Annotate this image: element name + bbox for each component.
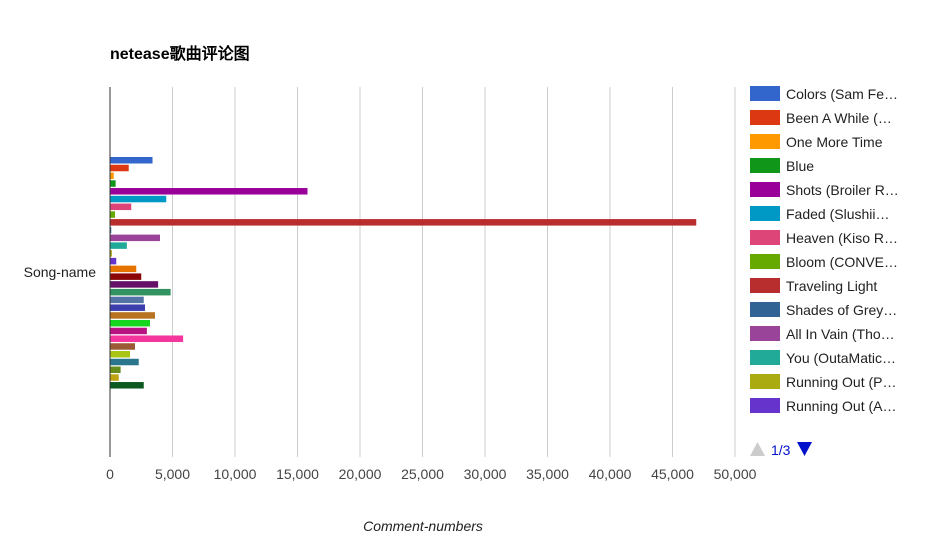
- legend-swatch: [750, 302, 780, 317]
- category-label: Song-name: [24, 264, 97, 280]
- bar[interactable]: [110, 366, 121, 374]
- bar[interactable]: [110, 180, 116, 187]
- legend-item-label[interactable]: Blue: [786, 158, 814, 174]
- bar[interactable]: [110, 304, 145, 311]
- bar[interactable]: [110, 296, 144, 304]
- bar[interactable]: [110, 234, 160, 242]
- bar[interactable]: [110, 273, 142, 280]
- bar[interactable]: [110, 195, 167, 203]
- x-tick-label: 5,000: [155, 466, 190, 482]
- legend-swatch: [750, 134, 780, 149]
- x-tick-labels: 0 5,000 10,000 15,000 20,000 25,000 30,000 35,0…: [106, 466, 757, 482]
- bar[interactable]: [110, 288, 171, 296]
- bar[interactable]: [110, 242, 127, 249]
- x-tick-label: 50,000: [714, 466, 757, 482]
- legend-pager: 1/3: [750, 442, 812, 458]
- bar[interactable]: [110, 257, 117, 265]
- bar[interactable]: [110, 164, 129, 172]
- legend-item-label[interactable]: Shots (Broiler R…: [786, 182, 899, 198]
- bars: [110, 157, 697, 389]
- legend-item-label[interactable]: Faded (Slushii…: [786, 206, 890, 222]
- bar[interactable]: [110, 219, 697, 226]
- bar[interactable]: [110, 382, 144, 389]
- bar[interactable]: [110, 188, 308, 195]
- legend-swatch: [750, 350, 780, 365]
- legend-item-label[interactable]: Traveling Light: [786, 278, 877, 294]
- x-tick-label: 25,000: [401, 466, 444, 482]
- x-tick-label: 30,000: [464, 466, 507, 482]
- legend: Colors (Sam Fe… Been A While (… One More T…: [750, 86, 899, 414]
- bar[interactable]: [110, 327, 147, 335]
- legend-item-label[interactable]: All In Vain (Tho…: [786, 326, 895, 342]
- legend-swatch: [750, 254, 780, 269]
- legend-swatch: [750, 398, 780, 413]
- legend-swatch: [750, 374, 780, 389]
- legend-item-label[interactable]: Shades of Grey…: [786, 302, 897, 318]
- bar[interactable]: [110, 358, 139, 366]
- chart: netease歌曲评论图 0 5,000 10,000 15,000 20,000 25,…: [24, 44, 899, 534]
- legend-swatch: [750, 182, 780, 197]
- bar[interactable]: [110, 319, 150, 327]
- legend-swatch: [750, 206, 780, 221]
- bar[interactable]: [110, 203, 132, 211]
- x-tick-label: 35,000: [526, 466, 569, 482]
- bar[interactable]: [110, 374, 119, 381]
- legend-swatch: [750, 326, 780, 341]
- legend-item-label[interactable]: Running Out (A…: [786, 398, 897, 414]
- x-tick-label: 15,000: [276, 466, 319, 482]
- legend-item-label[interactable]: Bloom (CONVE…: [786, 254, 898, 270]
- bar[interactable]: [110, 312, 155, 319]
- bar[interactable]: [110, 335, 184, 342]
- legend-item-label[interactable]: One More Time: [786, 134, 883, 150]
- legend-item-label[interactable]: Heaven (Kiso R…: [786, 230, 898, 246]
- legend-swatch: [750, 110, 780, 125]
- legend-swatch: [750, 158, 780, 173]
- legend-item-label[interactable]: Been A While (…: [786, 110, 892, 126]
- bar[interactable]: [110, 281, 159, 288]
- x-axis-title: Comment-numbers: [363, 518, 483, 534]
- bar[interactable]: [110, 211, 115, 218]
- x-tick-label: 40,000: [589, 466, 632, 482]
- bar[interactable]: [110, 351, 130, 358]
- x-tick-label: 45,000: [651, 466, 694, 482]
- bar[interactable]: [110, 265, 137, 273]
- bar[interactable]: [110, 172, 114, 180]
- x-tick-label: 0: [106, 466, 114, 482]
- legend-item-label[interactable]: Running Out (P…: [786, 374, 897, 390]
- legend-next-arrow-icon[interactable]: [797, 442, 812, 456]
- bar[interactable]: [110, 343, 135, 350]
- bar[interactable]: [110, 157, 153, 164]
- legend-item-label[interactable]: Colors (Sam Fe…: [786, 86, 898, 102]
- legend-page-indicator: 1/3: [771, 442, 791, 458]
- x-tick-label: 20,000: [339, 466, 382, 482]
- legend-swatch: [750, 86, 780, 101]
- legend-item-label[interactable]: You (OutaMatic…: [786, 350, 896, 366]
- chart-title: netease歌曲评论图: [110, 44, 250, 63]
- legend-swatch: [750, 278, 780, 293]
- legend-prev-arrow-icon[interactable]: [750, 442, 765, 456]
- gridlines: [172, 87, 736, 457]
- x-tick-label: 10,000: [214, 466, 257, 482]
- legend-swatch: [750, 230, 780, 245]
